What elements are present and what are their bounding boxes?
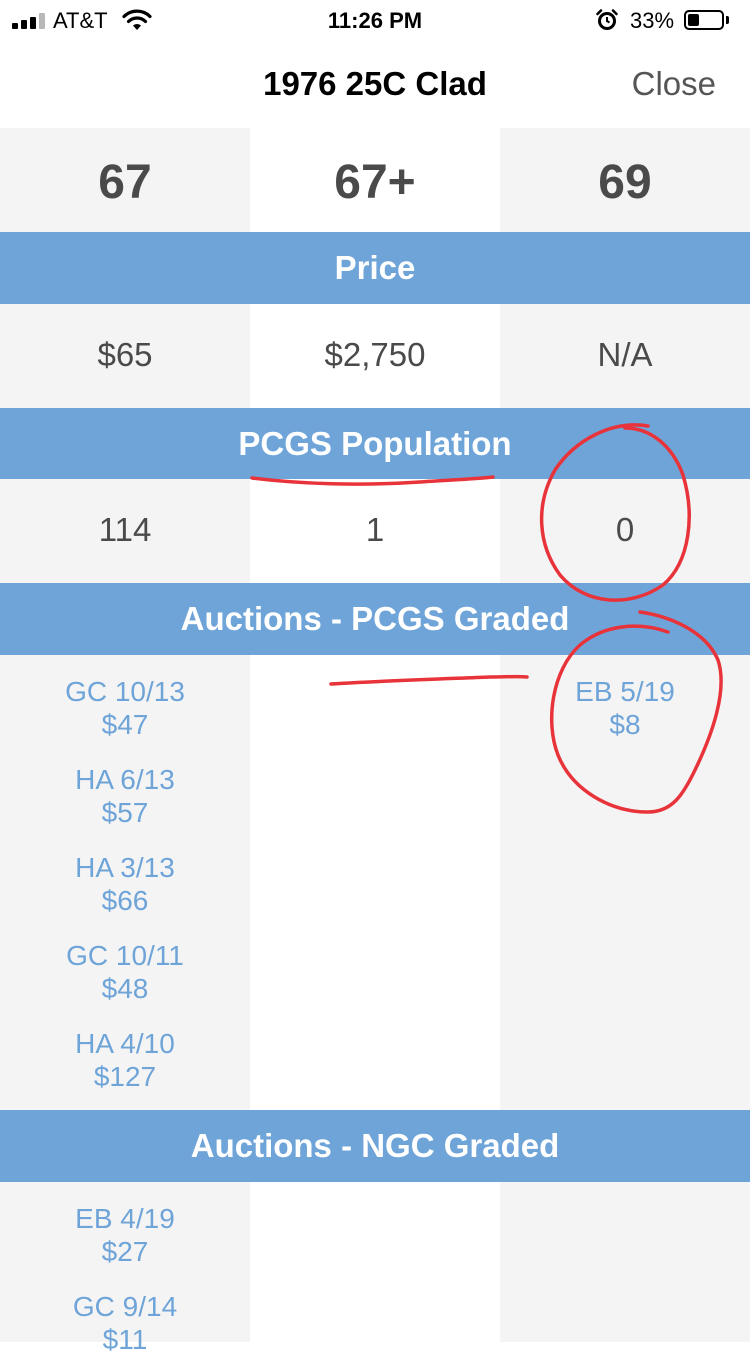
price-cell: N/A: [500, 304, 750, 408]
auction-link[interactable]: GC 10/13 $47: [0, 675, 250, 741]
auction-link[interactable]: EB 5/19 $8: [500, 675, 750, 741]
auction-column: [250, 1182, 500, 1342]
auction-column: EB 4/19 $27 GC 9/14 $11: [0, 1182, 250, 1355]
auction-link[interactable]: HA 3/13 $66: [0, 851, 250, 917]
grade-cell: 67+: [250, 128, 500, 232]
population-cell: 0: [500, 479, 750, 583]
auction-link[interactable]: EB 4/19 $27: [0, 1202, 250, 1268]
price-cell: $2,750: [250, 304, 500, 408]
auction-link[interactable]: HA 6/13 $57: [0, 763, 250, 829]
auction-column: EB 5/19 $8: [500, 655, 750, 1110]
ngc-auctions-section-header: Auctions - NGC Graded: [0, 1110, 750, 1182]
population-section-header: PCGS Population: [0, 408, 750, 480]
auction-column: [250, 655, 500, 1110]
auction-date: EB 4/19: [75, 1203, 175, 1234]
auction-date: GC 9/14: [72, 1291, 178, 1322]
grades-row: 67 67+ 69: [0, 128, 750, 232]
population-cell: 1: [250, 479, 500, 583]
navigation-bar: 1976 25C Clad Close: [0, 40, 750, 128]
auction-price: $66: [101, 885, 149, 916]
auction-link[interactable]: HA 4/10 $127: [0, 1027, 250, 1093]
status-bar: AT&T 11:26 PM 33%: [0, 0, 750, 40]
auction-column: [500, 1182, 750, 1342]
auction-date: GC 10/11: [66, 940, 184, 971]
auction-price: $11: [102, 1324, 148, 1355]
auction-price: $57: [101, 797, 149, 828]
battery-icon: [684, 10, 724, 30]
price-section-header: Price: [0, 232, 750, 304]
auction-link[interactable]: GC 9/14 $11: [0, 1290, 250, 1356]
auction-price: $8: [609, 709, 641, 740]
auction-link[interactable]: GC 10/11 $48: [0, 939, 250, 1005]
grade-cell: 67: [0, 128, 250, 232]
auction-price: $27: [101, 1236, 149, 1267]
price-cell: $65: [0, 304, 250, 408]
population-row: 114 1 0: [0, 479, 750, 583]
pcgs-auctions-section-header: Auctions - PCGS Graded: [0, 583, 750, 655]
grade-cell: 69: [500, 128, 750, 232]
close-button[interactable]: Close: [632, 65, 716, 103]
pcgs-auctions-row: GC 10/13 $47 HA 6/13 $57 HA 3/13 $66 GC …: [0, 655, 750, 1110]
auction-date: HA 6/13: [75, 764, 175, 795]
auction-date: HA 4/10: [75, 1028, 175, 1059]
price-row: $65 $2,750 N/A: [0, 304, 750, 408]
battery-level-fill: [688, 14, 699, 26]
population-cell: 114: [0, 479, 250, 583]
auction-date: GC 10/13: [65, 676, 185, 707]
auction-column: GC 10/13 $47 HA 6/13 $57 HA 3/13 $66 GC …: [0, 655, 250, 1110]
ngc-auctions-row: EB 4/19 $27 GC 9/14 $11: [0, 1182, 750, 1355]
auction-price: $48: [101, 973, 149, 1004]
auction-price: $47: [101, 709, 149, 740]
battery-nub: [726, 16, 729, 24]
auction-date: HA 3/13: [75, 852, 175, 883]
battery-percent: 33%: [630, 8, 675, 33]
auction-price: $127: [93, 1061, 157, 1092]
auction-date: EB 5/19: [575, 676, 675, 707]
alarm-clock-icon: [596, 9, 618, 30]
